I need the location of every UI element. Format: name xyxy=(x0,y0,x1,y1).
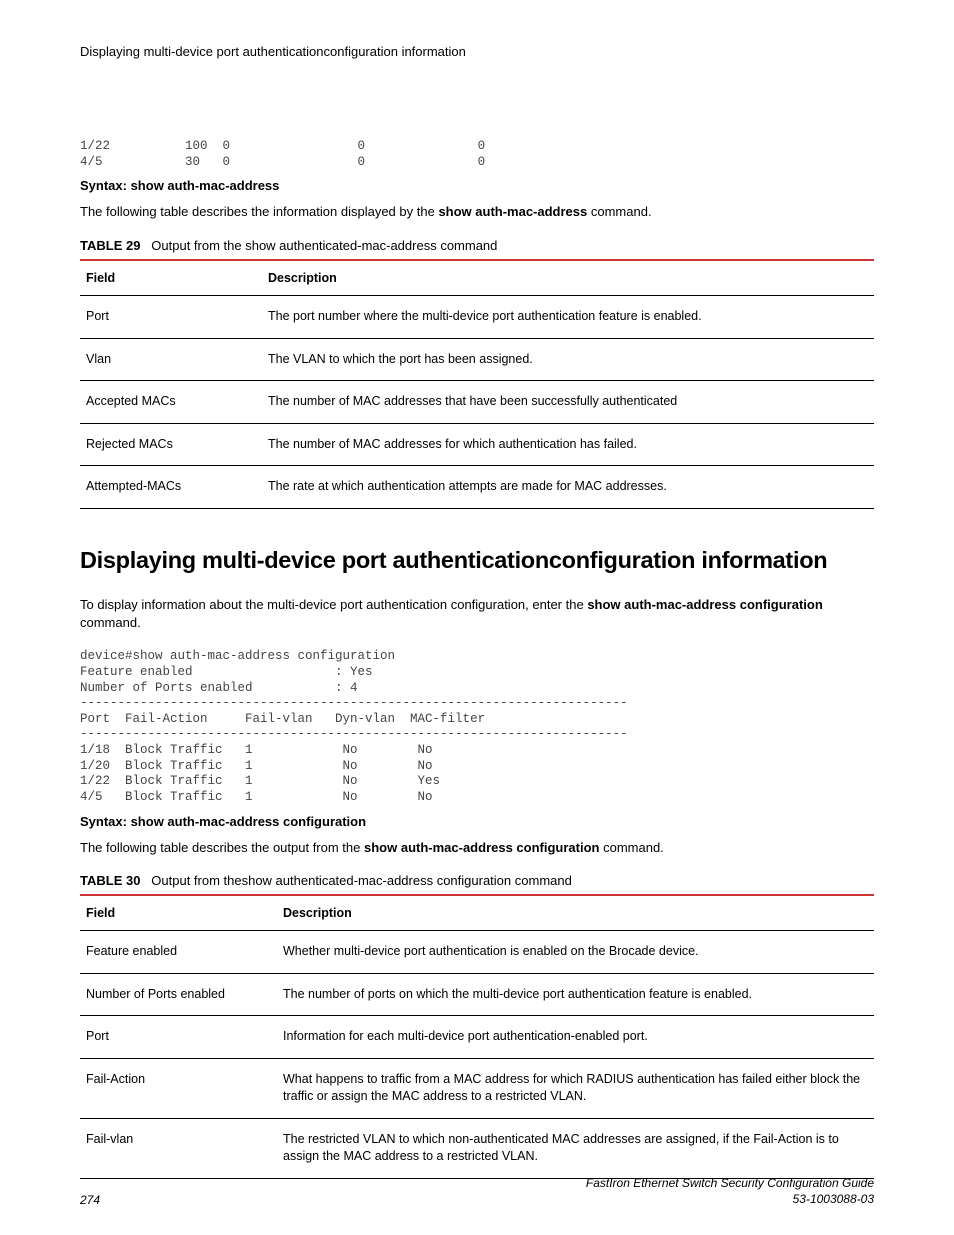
syntax-prefix: Syntax: xyxy=(80,178,131,193)
syntax-line-2: Syntax: show auth-mac-address configurat… xyxy=(80,814,874,829)
table-30-header-desc: Description xyxy=(277,895,874,931)
table-30-caption: TABLE 30 Output from theshow authenticat… xyxy=(80,873,874,888)
cell-field: Attempted-MACs xyxy=(80,466,262,509)
para-3-before: The following table describes the output… xyxy=(80,840,364,855)
table-29-header-desc: Description xyxy=(262,260,874,296)
table-29-title: Output from the show authenticated-mac-a… xyxy=(151,238,497,253)
footer-doc-info: FastIron Ethernet Switch Security Config… xyxy=(586,1175,874,1207)
table-row: Port Information for each multi-device p… xyxy=(80,1016,874,1059)
table-row: Number of Ports enabled The number of po… xyxy=(80,973,874,1016)
table-row: Rejected MACs The number of MAC addresse… xyxy=(80,423,874,466)
cell-desc: What happens to traffic from a MAC addre… xyxy=(277,1058,874,1118)
table-row: Feature enabled Whether multi-device por… xyxy=(80,931,874,974)
paragraph-2: To display information about the multi-d… xyxy=(80,596,874,634)
table-row: Vlan The VLAN to which the port has been… xyxy=(80,338,874,381)
table-30: Field Description Feature enabled Whethe… xyxy=(80,894,874,1179)
page-footer: 274 FastIron Ethernet Switch Security Co… xyxy=(80,1175,874,1207)
para-2-after: command. xyxy=(80,615,141,630)
cell-field: Port xyxy=(80,1016,277,1059)
cell-desc: The number of MAC addresses that have be… xyxy=(262,381,874,424)
footer-doc-title: FastIron Ethernet Switch Security Config… xyxy=(586,1175,874,1191)
cell-field: Fail-vlan xyxy=(80,1118,277,1178)
table-row: Attempted-MACs The rate at which authent… xyxy=(80,466,874,509)
syntax-line-1: Syntax: show auth-mac-address xyxy=(80,178,874,193)
cell-desc: The number of MAC addresses for which au… xyxy=(262,423,874,466)
syntax-cmd: show auth-mac-address xyxy=(131,178,280,193)
page-number: 274 xyxy=(80,1193,100,1207)
table-row: Accepted MACs The number of MAC addresse… xyxy=(80,381,874,424)
para-1-before: The following table describes the inform… xyxy=(80,204,438,219)
para-2-before: To display information about the multi-d… xyxy=(80,597,587,612)
syntax-prefix: Syntax: xyxy=(80,814,131,829)
cli-output-2: device#show auth-mac-address configurati… xyxy=(80,649,874,805)
table-30-header-field: Field xyxy=(80,895,277,931)
cli-output-1: 1/22 100 0 0 0 4/5 30 0 0 0 xyxy=(80,139,874,170)
section-heading: Displaying multi-device port authenticat… xyxy=(80,547,874,574)
cell-desc: Information for each multi-device port a… xyxy=(277,1016,874,1059)
cell-desc: The rate at which authentication attempt… xyxy=(262,466,874,509)
cell-desc: The VLAN to which the port has been assi… xyxy=(262,338,874,381)
paragraph-3: The following table describes the output… xyxy=(80,839,874,858)
cell-desc: The port number where the multi-device p… xyxy=(262,296,874,339)
footer-doc-id: 53-1003088-03 xyxy=(586,1191,874,1207)
running-header: Displaying multi-device port authenticat… xyxy=(80,44,874,59)
cell-field: Rejected MACs xyxy=(80,423,262,466)
para-3-after: command. xyxy=(599,840,663,855)
syntax-cmd: show auth-mac-address configuration xyxy=(131,814,366,829)
cell-field: Accepted MACs xyxy=(80,381,262,424)
cell-field: Feature enabled xyxy=(80,931,277,974)
paragraph-1: The following table describes the inform… xyxy=(80,203,874,222)
table-29-number: TABLE 29 xyxy=(80,238,140,253)
cell-desc: The number of ports on which the multi-d… xyxy=(277,973,874,1016)
para-1-after: command. xyxy=(587,204,651,219)
cell-field: Port xyxy=(80,296,262,339)
cell-desc: Whether multi-device port authentication… xyxy=(277,931,874,974)
table-29: Field Description Port The port number w… xyxy=(80,259,874,509)
table-row: Fail-vlan The restricted VLAN to which n… xyxy=(80,1118,874,1178)
para-1-bold: show auth-mac-address xyxy=(438,204,587,219)
para-2-bold: show auth-mac-address configuration xyxy=(587,597,822,612)
cell-field: Fail-Action xyxy=(80,1058,277,1118)
table-29-caption: TABLE 29 Output from the show authentica… xyxy=(80,238,874,253)
table-row: Port The port number where the multi-dev… xyxy=(80,296,874,339)
cell-desc: The restricted VLAN to which non-authent… xyxy=(277,1118,874,1178)
cell-field: Vlan xyxy=(80,338,262,381)
para-3-bold: show auth-mac-address configuration xyxy=(364,840,599,855)
table-30-number: TABLE 30 xyxy=(80,873,140,888)
cell-field: Number of Ports enabled xyxy=(80,973,277,1016)
table-29-header-field: Field xyxy=(80,260,262,296)
table-row: Fail-Action What happens to traffic from… xyxy=(80,1058,874,1118)
table-30-title: Output from theshow authenticated-mac-ad… xyxy=(151,873,572,888)
